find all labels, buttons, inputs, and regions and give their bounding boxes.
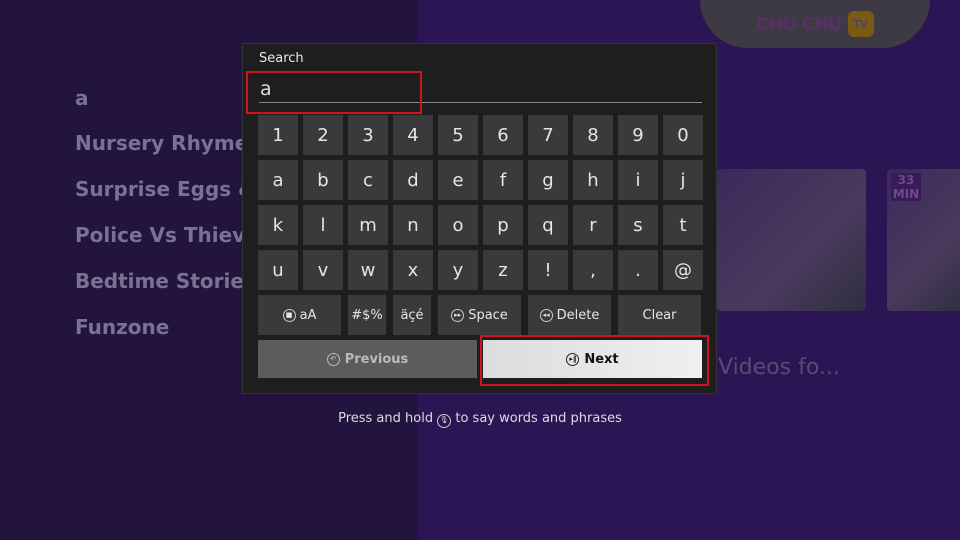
search-label: Search [259,51,304,66]
key-t[interactable]: t [663,205,703,245]
video-thumbnail[interactable] [717,169,866,311]
key-u[interactable]: u [258,250,298,290]
key-m[interactable]: m [348,205,388,245]
key-label: Delete [556,307,600,323]
delete-key[interactable]: ◂◂ Delete [528,295,611,335]
fast-forward-icon: ▸▸ [451,308,465,322]
previous-button[interactable]: ↶ Previous [258,340,477,378]
microphone-icon: 🎙 [437,414,452,428]
key-9[interactable]: 9 [618,115,658,155]
key-@[interactable]: @ [663,250,703,290]
key-d[interactable]: d [393,160,433,200]
key-e[interactable]: e [438,160,478,200]
key-g[interactable]: g [528,160,568,200]
logo-text: CHU CHU [756,13,842,35]
key-.[interactable]: . [618,250,658,290]
key-k[interactable]: k [258,205,298,245]
key-b[interactable]: b [303,160,343,200]
hint-text: to say words and phrases [455,411,622,426]
key-p[interactable]: p [483,205,523,245]
key-1[interactable]: 1 [258,115,298,155]
key-label: Space [468,307,508,323]
key-o[interactable]: o [438,205,478,245]
key-s[interactable]: s [618,205,658,245]
accents-key[interactable]: äçé [393,295,431,335]
key-f[interactable]: f [483,160,523,200]
key-r[interactable]: r [573,205,613,245]
key-y[interactable]: y [438,250,478,290]
clear-key[interactable]: Clear [618,295,701,335]
tv-icon: TV [847,11,874,37]
key-j[interactable]: j [663,160,703,200]
duration-badge: 33 MIN [891,173,921,201]
key-l[interactable]: l [303,205,343,245]
category-item[interactable]: Funzone [75,315,169,339]
key-0[interactable]: 0 [663,115,703,155]
menu-button-icon: ■ [282,308,296,322]
video-thumbnail[interactable]: 33 MIN [887,169,960,311]
voice-hint: Press and hold 🎙 to say words and phrase… [0,411,960,428]
highlight-box [480,335,709,386]
key-x[interactable]: x [393,250,433,290]
key-h[interactable]: h [573,160,613,200]
key-4[interactable]: 4 [393,115,433,155]
key-v[interactable]: v [303,250,343,290]
key-8[interactable]: 8 [573,115,613,155]
search-query-text: a [75,86,89,110]
case-toggle-key[interactable]: ■ aA [258,295,341,335]
key-w[interactable]: w [348,250,388,290]
key-z[interactable]: z [483,250,523,290]
key-a[interactable]: a [258,160,298,200]
hint-text: Press and hold [338,411,434,426]
key-,[interactable]: , [573,250,613,290]
search-keyboard-dialog: Search a 1234567890abcdefghijklmnopqrstu… [242,43,717,394]
key-5[interactable]: 5 [438,115,478,155]
chuchu-tv-logo: CHU CHU TV [700,0,930,48]
key-3[interactable]: 3 [348,115,388,155]
rewind-icon: ◂◂ [539,308,553,322]
key-label: aA [299,307,317,323]
key-2[interactable]: 2 [303,115,343,155]
key-q[interactable]: q [528,205,568,245]
row-title: Videos fo... [718,355,840,380]
back-icon: ↶ [326,352,340,366]
space-key[interactable]: ▸▸ Space [438,295,521,335]
key-n[interactable]: n [393,205,433,245]
symbols-key[interactable]: #$% [348,295,386,335]
key-c[interactable]: c [348,160,388,200]
key-7[interactable]: 7 [528,115,568,155]
key-i[interactable]: i [618,160,658,200]
key-6[interactable]: 6 [483,115,523,155]
key-![interactable]: ! [528,250,568,290]
highlight-box [246,71,422,114]
button-label: Previous [344,351,409,367]
